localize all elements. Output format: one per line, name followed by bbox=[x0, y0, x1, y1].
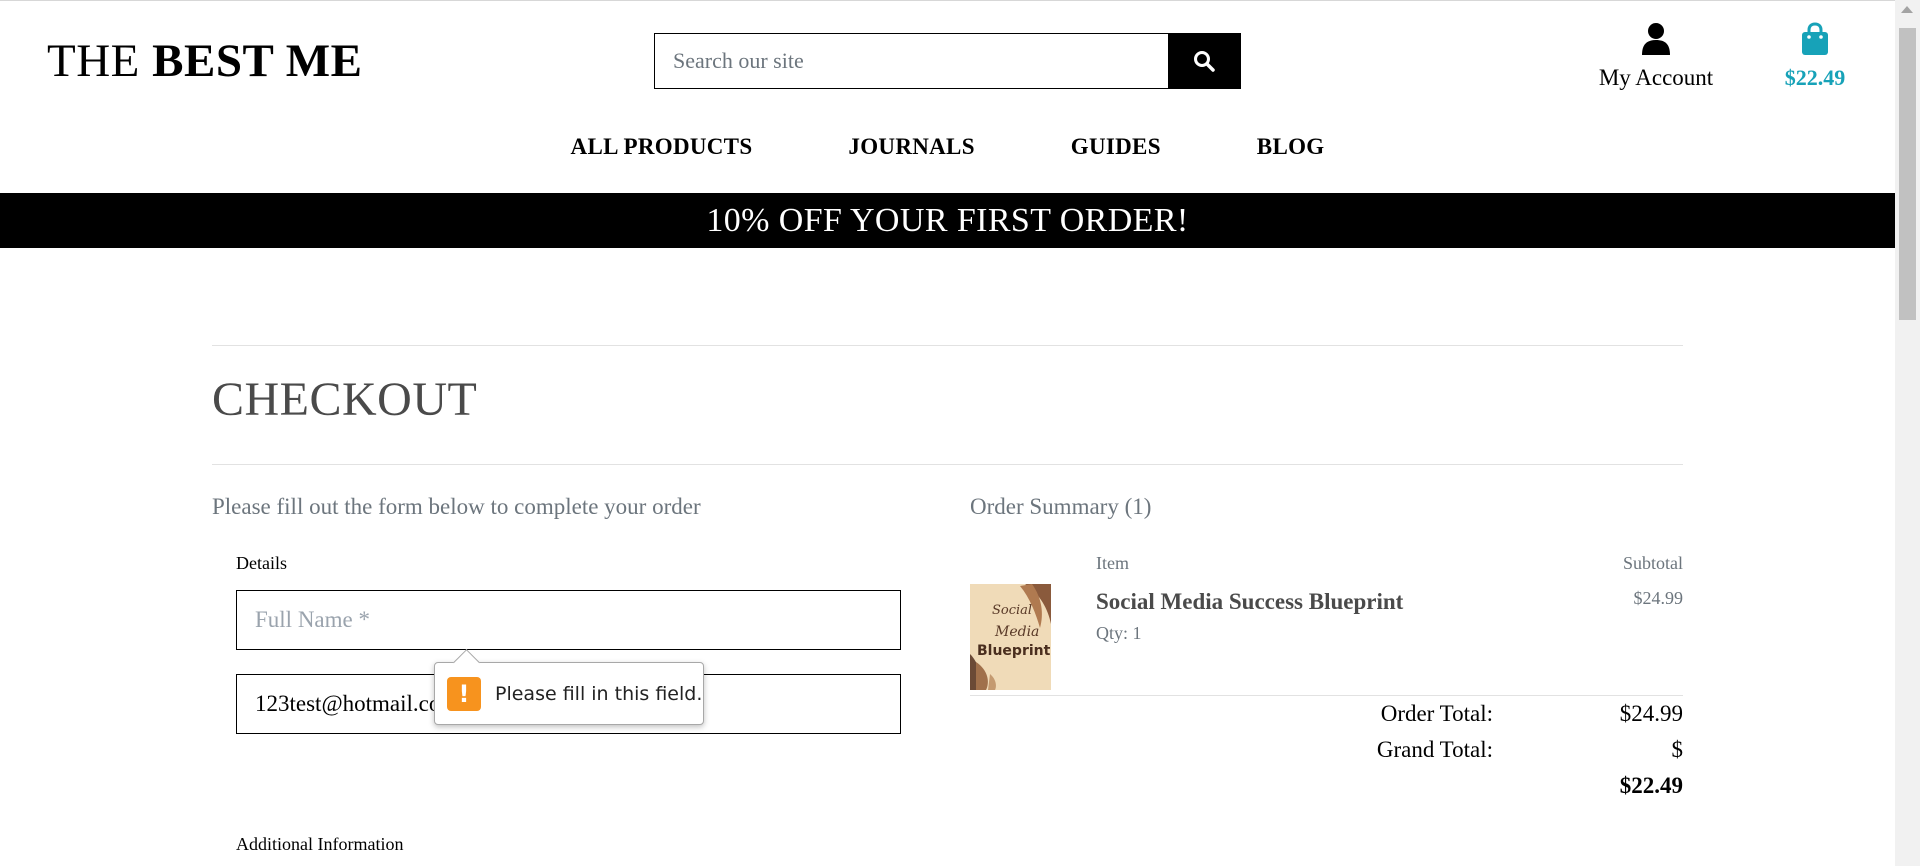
thumb-text-media: Media bbox=[994, 624, 1039, 640]
product-subtotal: $24.99 bbox=[1633, 588, 1684, 608]
product-thumbnail-art: Social Media Blueprint bbox=[970, 584, 1051, 690]
user-icon bbox=[1642, 23, 1670, 55]
order-total-label: Order Total: bbox=[1380, 701, 1493, 726]
search-icon bbox=[1194, 51, 1215, 72]
scroll-up-arrow-icon[interactable] bbox=[1901, 6, 1913, 13]
additional-info-label: Additional Information bbox=[236, 834, 404, 854]
product-name[interactable]: Social Media Success Blueprint bbox=[1096, 589, 1403, 615]
form-intro-text: Please fill out the form below to comple… bbox=[212, 494, 701, 519]
shopping-bag-icon bbox=[1802, 22, 1828, 55]
search-input[interactable] bbox=[655, 34, 1168, 88]
logo-text-bold: BEST ME bbox=[152, 35, 363, 87]
divider bbox=[212, 464, 1683, 465]
nav-journals[interactable]: JOURNALS bbox=[800, 134, 1022, 160]
top-border bbox=[0, 0, 1895, 1]
account-label: My Account bbox=[1598, 65, 1714, 90]
shopping-bag-link[interactable]: $22.49 bbox=[1772, 22, 1858, 91]
site-logo[interactable]: THE BEST ME bbox=[47, 33, 362, 89]
bag-total: $22.49 bbox=[1784, 65, 1846, 90]
page: THE BEST ME My Account $22.49 ALL PRODUC… bbox=[0, 0, 1895, 866]
product-qty: Qty: 1 bbox=[1096, 623, 1142, 643]
column-header-subtotal: Subtotal bbox=[1622, 553, 1683, 573]
divider bbox=[212, 345, 1683, 346]
search-bar bbox=[654, 33, 1241, 89]
thumb-text-blueprint: Blueprint bbox=[977, 643, 1051, 659]
grand-total-amount: $22.49 bbox=[1619, 773, 1683, 798]
order-total-value: $24.99 bbox=[1619, 701, 1683, 726]
details-label: Details bbox=[236, 553, 287, 573]
validation-tooltip: ! Please fill in this field. bbox=[434, 649, 704, 725]
tooltip-arrow bbox=[453, 649, 480, 676]
thumb-text-social: Social bbox=[992, 603, 1032, 618]
nav-guides[interactable]: GUIDES bbox=[1023, 134, 1209, 160]
order-summary-title: Order Summary (1) bbox=[970, 494, 1152, 519]
nav-blog[interactable]: BLOG bbox=[1209, 134, 1373, 160]
nav-all-products[interactable]: ALL PRODUCTS bbox=[523, 134, 801, 160]
product-thumbnail[interactable]: Social Media Blueprint bbox=[970, 584, 1051, 690]
full-name-field[interactable] bbox=[236, 590, 901, 650]
validation-message: Please fill in this field. bbox=[495, 682, 703, 705]
column-header-item: Item bbox=[1096, 553, 1129, 573]
grand-total-currency: $ bbox=[1671, 737, 1684, 762]
divider bbox=[970, 695, 1683, 696]
promo-banner: 10% OFF YOUR FIRST ORDER! bbox=[0, 193, 1895, 248]
grand-total-label: Grand Total: bbox=[1376, 737, 1493, 762]
my-account-link[interactable]: My Account bbox=[1590, 22, 1722, 91]
main-nav: ALL PRODUCTS JOURNALS GUIDES BLOG bbox=[0, 134, 1895, 160]
page-title: CHECKOUT bbox=[212, 373, 478, 426]
scrollbar-thumb[interactable] bbox=[1899, 28, 1916, 320]
logo-text-light: THE bbox=[47, 35, 153, 87]
search-button[interactable] bbox=[1168, 34, 1240, 88]
warning-icon: ! bbox=[447, 676, 481, 711]
